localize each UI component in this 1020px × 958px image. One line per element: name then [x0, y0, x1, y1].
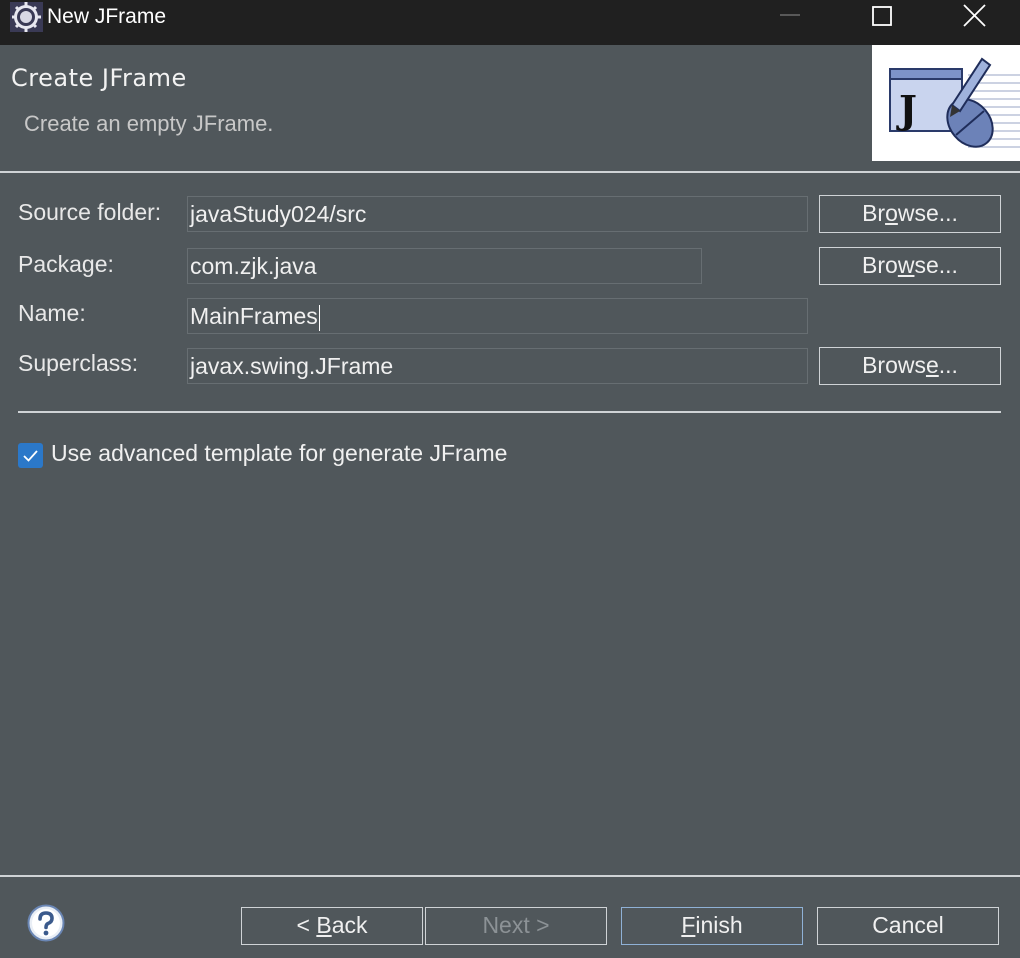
help-icon — [27, 904, 65, 942]
cancel-button[interactable]: Cancel — [817, 907, 999, 945]
minimize-button[interactable] — [767, 0, 813, 34]
finish-button[interactable]: Finish — [621, 907, 803, 945]
back-button[interactable]: < Back — [241, 907, 423, 945]
close-button[interactable] — [952, 0, 998, 34]
package-browse-button[interactable]: Browse... — [819, 247, 1001, 285]
text-caret — [318, 304, 320, 331]
advanced-template-checkbox[interactable] — [18, 443, 43, 468]
maximize-button[interactable] — [859, 0, 905, 34]
package-label: Package: — [18, 251, 114, 277]
wizard-description: Create an empty JFrame. — [24, 111, 274, 136]
maximize-icon — [872, 6, 892, 26]
advanced-template-label[interactable]: Use advanced template for generate JFram… — [51, 440, 507, 467]
superclass-browse-button[interactable]: Browse... — [819, 347, 1001, 385]
name-field-value: MainFrames — [190, 303, 318, 329]
help-button[interactable] — [27, 904, 65, 942]
next-button[interactable]: Next > — [425, 907, 607, 945]
eclipse-app-icon — [10, 2, 43, 32]
form-separator — [18, 411, 1001, 413]
source-folder-browse-button[interactable]: Browse... — [819, 195, 1001, 233]
header-separator — [0, 171, 1020, 173]
minimize-icon — [780, 14, 800, 16]
name-label: Name: — [18, 300, 86, 326]
package-field[interactable]: com.zjk.java — [187, 248, 702, 284]
close-icon — [963, 4, 986, 27]
superclass-field[interactable]: javax.swing.JFrame — [187, 348, 808, 384]
window-titlebar: New JFrame — [0, 0, 1020, 45]
jframe-wizard-icon: J — [872, 45, 1020, 161]
window-title: New JFrame — [47, 5, 167, 28]
superclass-label: Superclass: — [18, 350, 139, 376]
name-field[interactable]: MainFrames — [187, 298, 808, 334]
wizard-title: Create JFrame — [11, 64, 187, 92]
source-folder-label: Source folder: — [18, 199, 162, 225]
wizard-header: Create JFrame Create an empty JFrame. J — [0, 45, 1020, 170]
checkmark-icon — [23, 450, 38, 462]
svg-text:J: J — [896, 87, 917, 132]
source-folder-field[interactable]: javaStudy024/src — [187, 196, 808, 232]
footer-separator — [0, 875, 1020, 877]
